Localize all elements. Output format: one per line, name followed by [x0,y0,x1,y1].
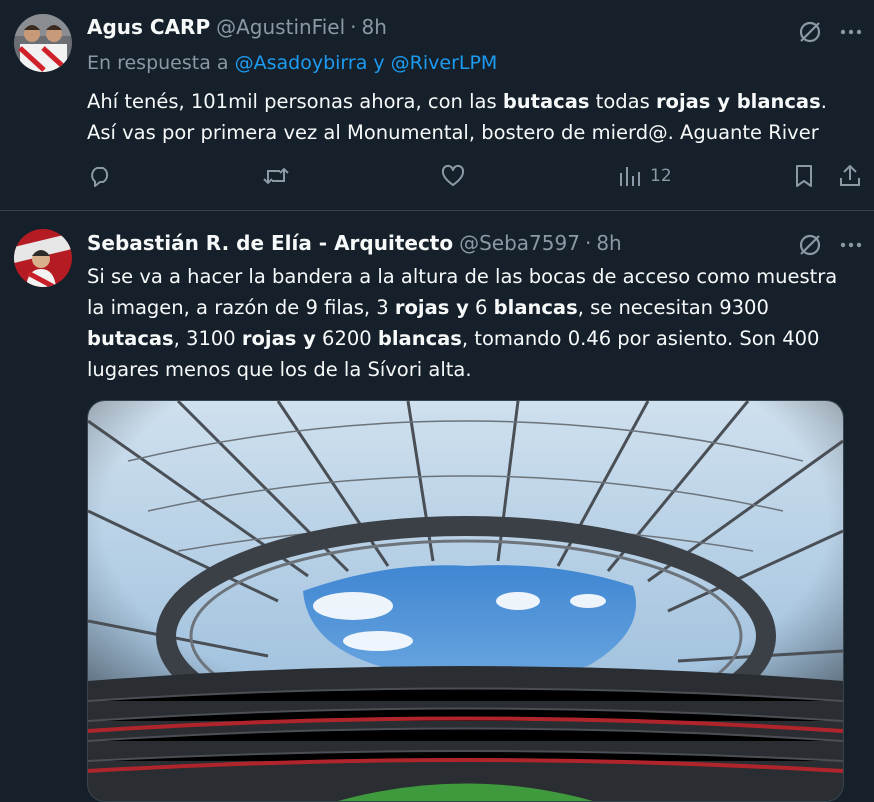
tweet-text: Si se va a hacer la bandera a la altura … [87,261,857,385]
tweet[interactable]: Sebastián R. de Elía - Arquitecto @Seba7… [0,211,874,802]
avatar[interactable] [14,229,72,287]
text-bold: butacas [502,90,590,113]
text-bold: rojas y [241,327,316,350]
views-count: 12 [650,166,672,186]
like-button[interactable] [440,163,466,189]
like-icon [441,164,465,186]
reply-context: En respuesta a @Asadoybirra y @RiverLPM [87,52,497,74]
timestamp[interactable]: 8h [362,15,387,39]
more-icon[interactable] [836,230,866,260]
text-bold: butacas [87,327,174,350]
text-span: todas [589,90,656,113]
text-span: , se necesitan 9300 [577,296,769,319]
share-icon [840,164,860,186]
tweet-text: Ahí tenés, 101mil personas ahora, con la… [87,86,857,148]
grok-icon[interactable] [795,230,825,260]
reply-icon [91,167,109,187]
avatar[interactable] [14,14,72,72]
text-bold: blancas [377,327,462,350]
author-name[interactable]: Agus CARP [87,15,210,39]
text-span: Ahí tenés, 101mil personas ahora, con la… [87,90,503,113]
bookmark-button[interactable] [792,163,816,189]
separator-dot: · [584,231,592,255]
author-name[interactable]: Sebastián R. de Elía - Arquitecto [87,231,453,255]
text-bold: rojas y [394,296,469,319]
views-button[interactable]: 12 [618,163,672,189]
reply-mentions[interactable]: @Asadoybirra y @RiverLPM [235,52,498,74]
share-button[interactable] [837,163,863,189]
bookmark-icon [796,165,812,187]
more-icon[interactable] [836,17,866,47]
timestamp[interactable]: 8h [596,231,621,255]
retweet-button[interactable] [262,163,290,189]
author-handle[interactable]: @AgustinFiel [216,15,345,39]
retweet-icon [263,167,289,185]
reply-button[interactable] [87,163,113,189]
action-bar: 12 [87,163,867,193]
text-span: 6200 [315,327,378,350]
tweet-image[interactable] [87,400,844,802]
views-icon [620,167,640,186]
text-span: 6 [468,296,494,319]
reply-prefix: En respuesta a [87,52,229,74]
separator-dot: · [350,15,357,39]
tweet[interactable]: Agus CARP @AgustinFiel · 8h En respuesta… [0,0,874,211]
grok-icon[interactable] [795,17,825,47]
text-span: , 3100 [173,327,242,350]
text-bold: blancas [493,296,578,319]
author-handle[interactable]: @Seba7597 [459,231,580,255]
text-bold: rojas y blancas [655,90,821,113]
